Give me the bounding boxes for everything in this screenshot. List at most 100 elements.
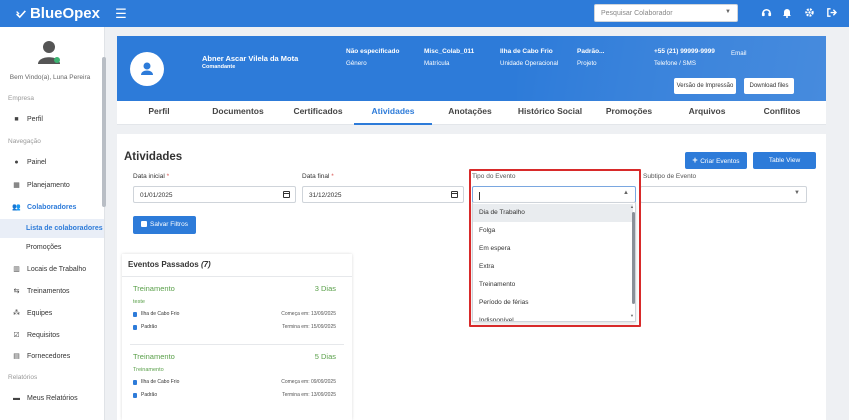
team-icon: ⁂ (13, 310, 20, 317)
sidebar-scrollbar[interactable] (102, 57, 106, 207)
event-description: teste (133, 299, 145, 305)
sidebar-item-colaboradores[interactable]: 👥 Colaboradores (12, 201, 76, 213)
event-location-text: Ilha de Cabo Frio (141, 379, 180, 385)
event-start: Começa em: 09/09/2025 (281, 379, 336, 385)
sidebar-item-label: Fornecedores (27, 352, 71, 360)
data-final-label: Data final * (302, 173, 334, 180)
table-view-button[interactable]: Table View (753, 152, 816, 169)
sidebar-item-label: Locais de Trabalho (27, 265, 87, 273)
sidebar-subitem-promocoes[interactable]: Promoções (0, 238, 104, 257)
data-inicial-input[interactable]: 01/01/2025 (133, 186, 296, 203)
sidebar-item-label: Painel (27, 158, 47, 166)
event-duration: 3 Dias (314, 284, 336, 293)
section-empresa: Empresa (8, 95, 35, 102)
briefcase-icon: ■ (14, 115, 19, 123)
event-card-2[interactable]: Treinamento 5 Dias Treinamento Ilha de C… (130, 348, 344, 408)
print-version-button[interactable]: Versão de Impressão (674, 78, 736, 94)
data-final-input[interactable]: 31/12/2025 (302, 186, 464, 203)
welcome-text: Bem Vindo(a), Luna Pereira (9, 74, 91, 81)
profile-role: Comandante (202, 64, 236, 70)
telefone-value: +55 (21) 99999-9999 (654, 48, 715, 55)
subtipo-evento-label: Subtipo de Evento (643, 173, 697, 180)
highlight-box (469, 169, 641, 327)
event-title: Treinamento (133, 284, 175, 293)
genero-value: Não especificado (346, 48, 400, 55)
chevron-down-icon: ▼ (794, 190, 800, 196)
calendar-icon: ▦ (13, 182, 20, 189)
sidebar-item-label: Meus Relatórios (27, 394, 78, 402)
settings-gear-icon[interactable] (803, 7, 815, 19)
logout-icon[interactable] (825, 7, 837, 19)
user-avatar[interactable] (36, 39, 62, 65)
dashboard-icon: ● (14, 158, 19, 166)
past-events-title: Eventos Passados (7) (128, 260, 211, 269)
tab-promocoes[interactable]: Promoções (600, 101, 658, 125)
sidebar-item-planejamento[interactable]: ▦ Planejamento (12, 179, 70, 191)
event-project: Padrão (133, 392, 157, 398)
event-project-text: Padrão (141, 392, 158, 398)
profile-header: Abner Ascar Vilela da Mota Comandante Nã… (117, 36, 826, 101)
search-collaborator-select[interactable]: Pesquisar Colaborador ▼ (594, 4, 738, 22)
training-icon: ⇆ (13, 288, 20, 295)
sidebar-subitem-lista[interactable]: Lista de colaboradores (0, 219, 104, 238)
event-project: Padrão (133, 324, 157, 330)
location-icon (133, 311, 137, 317)
divider (130, 344, 344, 345)
brand-icon (16, 9, 26, 18)
notifications-bell-icon[interactable] (781, 7, 793, 19)
section-navegacao: Navegação (8, 138, 41, 145)
unidade-label: Unidade Operacional (500, 60, 559, 67)
profile-name: Abner Ascar Vilela da Mota (202, 54, 299, 63)
event-card-1[interactable]: Treinamento 3 Dias teste Ilha de Cabo Fr… (130, 280, 344, 340)
telefone-label: Telefone / SMS (654, 60, 696, 67)
menu-toggle-icon[interactable]: ☰ (114, 0, 128, 27)
data-final-label-text: Data final (302, 173, 330, 180)
building-icon: ▥ (13, 266, 20, 273)
event-title: Treinamento (133, 352, 175, 361)
save-icon (141, 221, 148, 227)
search-placeholder: Pesquisar Colaborador (601, 10, 673, 17)
section-relatorios: Relatórios (8, 374, 38, 381)
support-icon[interactable] (760, 7, 772, 19)
save-filters-button[interactable]: Salvar Filtros (133, 216, 196, 234)
tab-certificados[interactable]: Certificados (285, 101, 351, 125)
sidebar-item-treinamentos[interactable]: ⇆ Treinamentos (12, 285, 70, 297)
tab-historico-social[interactable]: Histórico Social (513, 101, 587, 125)
event-location: Ilha de Cabo Frio (133, 311, 179, 317)
tab-anotacoes[interactable]: Anotações (444, 101, 496, 125)
calendar-icon[interactable] (283, 191, 290, 198)
chevron-down-icon: ▼ (725, 9, 731, 15)
sidebar-item-perfil[interactable]: ■ Perfil (12, 113, 43, 125)
past-events-title-text: Eventos Passados (128, 260, 199, 269)
tab-conflitos[interactable]: Conflitos (757, 101, 807, 125)
location-icon (133, 379, 137, 385)
sidebar-item-label: Treinamentos (27, 287, 70, 295)
projeto-label: Projeto (577, 60, 597, 67)
sidebar-item-fornecedores[interactable]: ▤ Fornecedores (12, 350, 70, 362)
event-location-text: Ilha de Cabo Frio (141, 311, 180, 317)
past-events-count: (7) (200, 260, 211, 269)
top-bar: BlueOpex ☰ Pesquisar Colaborador ▼ (0, 0, 849, 27)
sidebar-item-meus-relatorios[interactable]: ▬ Meus Relatórios (12, 392, 78, 404)
brand-logo[interactable]: BlueOpex (16, 5, 100, 22)
tab-arquivos[interactable]: Arquivos (683, 101, 731, 125)
sidebar-item-requisitos[interactable]: ☑ Requisitos (12, 329, 59, 341)
tab-atividades[interactable]: Atividades (354, 101, 432, 125)
download-files-button[interactable]: Download files (744, 78, 794, 94)
event-description: Treinamento (133, 367, 164, 373)
genero-label: Gênero (346, 60, 367, 67)
tab-perfil[interactable]: Perfil (139, 101, 179, 125)
sidebar-item-painel[interactable]: ● Painel (12, 156, 46, 168)
calendar-icon[interactable] (451, 191, 458, 198)
sidebar-item-locais[interactable]: ▥ Locais de Trabalho (12, 263, 86, 275)
subtipo-evento-select[interactable]: ▼ (640, 186, 807, 203)
checklist-icon: ☑ (13, 332, 20, 339)
create-events-label: Criar Eventos (700, 158, 740, 165)
event-start: Começa em: 13/09/2025 (281, 311, 336, 317)
sidebar-item-label: Colaboradores (27, 203, 77, 211)
tab-documentos[interactable]: Documentos (205, 101, 271, 125)
data-inicial-label: Data inicial * (133, 173, 170, 180)
profile-avatar[interactable] (130, 52, 164, 86)
create-events-button[interactable]: + Criar Eventos (685, 152, 747, 169)
sidebar-item-equipes[interactable]: ⁂ Equipes (12, 307, 52, 319)
